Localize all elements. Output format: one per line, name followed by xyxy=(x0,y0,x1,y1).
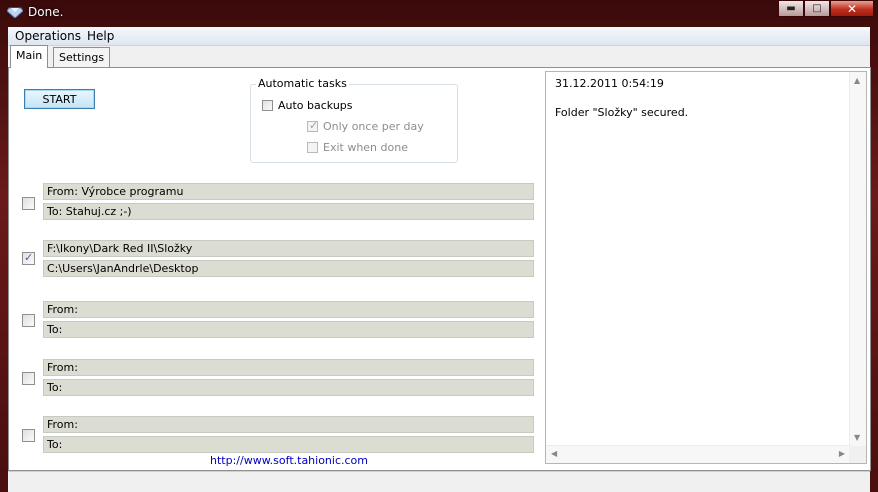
once-per-day-label: Only once per day xyxy=(323,120,424,133)
exit-when-done-checkbox[interactable] xyxy=(307,142,318,153)
job-5-from-field[interactable]: From: xyxy=(43,416,534,433)
horizontal-scrollbar[interactable]: ◀ ▶ xyxy=(546,445,850,463)
scroll-left-icon[interactable]: ◀ xyxy=(551,449,557,458)
app-window: Done. ▬ □ ✕ Operations Help Main Setting… xyxy=(0,0,878,492)
job-3-checkbox[interactable] xyxy=(22,314,35,327)
start-button[interactable]: START xyxy=(24,89,95,109)
automatic-tasks-title: Automatic tasks xyxy=(256,77,349,90)
client-area: Operations Help Main Settings START Auto… xyxy=(8,27,871,492)
job-1-checkbox[interactable] xyxy=(22,197,35,210)
maximize-icon: □ xyxy=(812,3,822,14)
scroll-right-icon[interactable]: ▶ xyxy=(839,449,845,458)
status-bar xyxy=(8,471,870,491)
job-4-checkbox[interactable] xyxy=(22,372,35,385)
job-2-checkbox[interactable]: ✓ xyxy=(22,251,35,265)
scroll-up-icon[interactable]: ▲ xyxy=(854,76,860,85)
exit-when-done-label: Exit when done xyxy=(323,141,408,154)
minimize-icon: ▬ xyxy=(786,3,796,14)
diamond-app-icon xyxy=(7,7,23,18)
scroll-corner xyxy=(849,446,866,463)
once-per-day-checkbox[interactable]: ✓ xyxy=(307,119,319,132)
menu-bar: Operations Help xyxy=(8,27,870,46)
job-3-to-field[interactable]: To: xyxy=(43,321,534,338)
scroll-down-icon[interactable]: ▼ xyxy=(854,433,860,442)
menu-operations[interactable]: Operations xyxy=(15,29,81,43)
close-icon: ✕ xyxy=(846,1,858,16)
job-4-to-field[interactable]: To: xyxy=(43,379,534,396)
job-1-to-field[interactable]: To: Stahuj.cz ;-) xyxy=(43,203,534,220)
job-1-from-field[interactable]: From: Výrobce programu xyxy=(43,183,534,200)
tab-main[interactable]: Main xyxy=(10,45,49,68)
checkmark-icon: ✓ xyxy=(24,251,34,264)
job-2-from-field[interactable]: F:\Ikony\Dark Red II\Složky xyxy=(43,240,534,257)
job-3-from-field[interactable]: From: xyxy=(43,301,534,318)
tab-settings[interactable]: Settings xyxy=(53,47,111,68)
title-bar[interactable]: Done. ▬ □ ✕ xyxy=(0,0,878,27)
job-2-to-field[interactable]: C:\Users\JanAndrle\Desktop xyxy=(43,260,534,277)
maximize-button[interactable]: □ xyxy=(804,0,830,17)
log-timestamp: 31.12.2011 0:54:19 xyxy=(555,77,664,90)
job-5-checkbox[interactable] xyxy=(22,429,35,442)
vertical-scrollbar[interactable]: ▲ ▼ xyxy=(849,72,866,446)
caption-buttons: ▬ □ ✕ xyxy=(778,0,874,18)
job-5-to-field[interactable]: To: xyxy=(43,436,534,453)
auto-backups-checkbox[interactable] xyxy=(262,100,273,111)
checkmark-icon: ✓ xyxy=(309,119,319,132)
close-button[interactable]: ✕ xyxy=(830,0,874,17)
menu-help[interactable]: Help xyxy=(87,29,114,43)
website-link[interactable]: http://www.soft.tahionic.com xyxy=(210,454,368,467)
log-message: Folder "Složky" secured. xyxy=(555,106,689,119)
auto-backups-label: Auto backups xyxy=(278,99,353,112)
main-tab-panel: START Automatic tasks Auto backups ✓ Onl… xyxy=(8,67,871,471)
log-pane[interactable]: 31.12.2011 0:54:19 Folder "Složky" secur… xyxy=(545,71,867,464)
job-4-from-field[interactable]: From: xyxy=(43,359,534,376)
automatic-tasks-group: Automatic tasks Auto backups ✓ Only once… xyxy=(250,77,458,163)
window-title: Done. xyxy=(28,5,64,19)
minimize-button[interactable]: ▬ xyxy=(778,0,804,17)
